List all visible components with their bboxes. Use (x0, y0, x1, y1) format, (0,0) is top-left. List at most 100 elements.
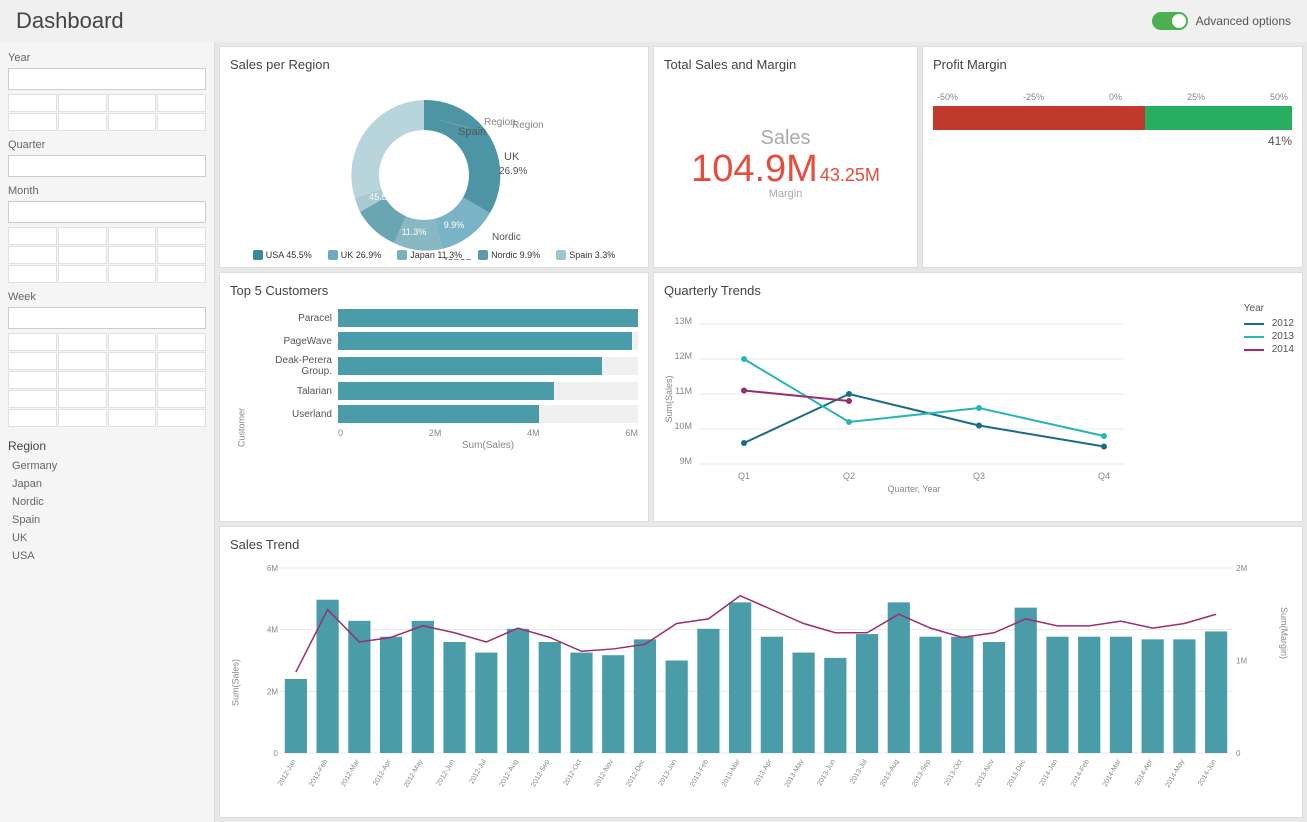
page-title: Dashboard (16, 8, 124, 34)
svg-text:2014-Jan: 2014-Jan (1039, 758, 1060, 787)
svg-text:12M: 12M (674, 351, 692, 361)
top5-chart-area: Customer Paracel PageWave (230, 304, 638, 502)
region-germany[interactable]: Germany (8, 457, 206, 475)
filter-cell[interactable] (157, 227, 206, 245)
svg-text:2013-Jan: 2013-Jan (658, 758, 679, 787)
svg-text:2012-Oct: 2012-Oct (563, 758, 583, 786)
filter-cell[interactable] (8, 371, 57, 389)
filter-cell[interactable] (8, 227, 57, 245)
filter-cell[interactable] (58, 227, 107, 245)
filter-cell[interactable] (157, 409, 206, 427)
filter-cell[interactable] (8, 94, 57, 112)
filter-quarter-input[interactable] (8, 155, 206, 177)
svg-text:Q2: Q2 (843, 471, 855, 481)
bar-talarian: Talarian (248, 382, 638, 400)
filter-cell[interactable] (108, 371, 157, 389)
advanced-options-control[interactable]: Advanced options (1152, 12, 1291, 30)
svg-text:Region: Region (484, 117, 516, 128)
filter-cell[interactable] (8, 352, 57, 370)
svg-text:2014-Feb: 2014-Feb (1070, 758, 1091, 788)
filter-cell[interactable] (108, 113, 157, 131)
svg-text:2014-Mar: 2014-Mar (1102, 758, 1123, 788)
quarterly-chart-svg: 13M 12M 11M 10M 9M Q1 Q2 Q3 Q4 (664, 304, 1212, 484)
bar-label-userland: Userland (248, 409, 338, 420)
filter-month-grid (8, 227, 206, 283)
filter-cell[interactable] (8, 333, 57, 351)
filter-cell[interactable] (8, 409, 57, 427)
filter-cell[interactable] (108, 333, 157, 351)
region-japan[interactable]: Japan (8, 475, 206, 493)
filter-cell[interactable] (58, 113, 107, 131)
svg-text:2013-Jul: 2013-Jul (849, 758, 869, 785)
donut-svg: UK 26.9% Nordic Nordic Japan USA USA Spa… (294, 80, 574, 260)
total-sales-title: Total Sales and Margin (664, 57, 907, 72)
filter-cell[interactable] (58, 409, 107, 427)
filter-cell[interactable] (157, 333, 206, 351)
filter-cell[interactable] (108, 352, 157, 370)
filter-cell[interactable] (157, 113, 206, 131)
filter-week-label: Week (8, 289, 206, 305)
filter-cell[interactable] (108, 409, 157, 427)
filter-cell[interactable] (157, 352, 206, 370)
filter-cell[interactable] (58, 390, 107, 408)
filter-cell[interactable] (58, 94, 107, 112)
advanced-options-toggle[interactable] (1152, 12, 1188, 30)
filter-year-grid (8, 94, 206, 131)
filter-cell[interactable] (58, 246, 107, 264)
svg-text:13M: 13M (674, 316, 692, 326)
region-usa[interactable]: USA (8, 547, 206, 565)
filter-cell[interactable] (108, 246, 157, 264)
sales-per-region-panel: Sales per Region (219, 46, 649, 268)
donut-chart: UK 26.9% Nordic Nordic Japan USA USA Spa… (230, 80, 638, 260)
quarterly-title: Quarterly Trends (664, 283, 1292, 298)
region-nordic[interactable]: Nordic (8, 493, 206, 511)
filter-cell[interactable] (58, 352, 107, 370)
svg-text:2013-Jun: 2013-Jun (816, 758, 837, 787)
filter-cell[interactable] (157, 265, 206, 283)
filter-cell[interactable] (8, 265, 57, 283)
filter-cell[interactable] (157, 94, 206, 112)
filter-cell[interactable] (58, 265, 107, 283)
top5-customers-panel: Top 5 Customers Customer Paracel (219, 272, 649, 522)
svg-text:2014-Jun: 2014-Jun (1197, 758, 1218, 787)
quarterly-trends-panel: Quarterly Trends Year 2012 2013 2 (653, 272, 1303, 522)
margin-label: Margin (769, 188, 803, 200)
filter-cell[interactable] (108, 390, 157, 408)
filter-cell[interactable] (157, 371, 206, 389)
filter-year-input[interactable] (8, 68, 206, 90)
filter-cell[interactable] (157, 390, 206, 408)
svg-text:0: 0 (274, 749, 279, 758)
filter-quarter: Quarter (8, 137, 206, 177)
filter-cell[interactable] (8, 113, 57, 131)
filter-cell[interactable] (58, 371, 107, 389)
svg-text:Quarter, Year: Quarter, Year (887, 484, 940, 494)
filter-cell[interactable] (108, 265, 157, 283)
region-spain[interactable]: Spain (8, 511, 206, 529)
svg-text:UK: UK (504, 151, 520, 163)
svg-text:2013-Oct: 2013-Oct (944, 758, 964, 786)
filter-cell[interactable] (8, 246, 57, 264)
pm-percentage: 41% (933, 134, 1292, 148)
x-axis-0: 0 (338, 428, 343, 438)
x-axis-6m: 6M (625, 428, 638, 438)
legend-2013: 2013 (1244, 331, 1294, 342)
svg-text:11M: 11M (675, 386, 692, 396)
filter-cell[interactable] (157, 246, 206, 264)
filter-cell[interactable] (108, 227, 157, 245)
filter-cell[interactable] (108, 94, 157, 112)
filter-week-grid (8, 333, 206, 427)
top5-y-label: Customer (237, 408, 247, 447)
region-uk[interactable]: UK (8, 529, 206, 547)
bar-label-deak: Deak-Perera Group. (248, 355, 338, 377)
legend-line-2013 (1244, 336, 1264, 338)
filter-month-input[interactable] (8, 201, 206, 223)
legend-line-2012 (1244, 323, 1264, 325)
legend-spain: Spain 3.3% (556, 250, 615, 260)
filter-week-input[interactable] (8, 307, 206, 329)
svg-text:1M: 1M (1236, 657, 1247, 666)
filter-cell[interactable] (8, 390, 57, 408)
filter-cell[interactable] (58, 333, 107, 351)
pm-axis-0: 0% (1109, 92, 1122, 102)
svg-text:2012-Jul: 2012-Jul (469, 758, 489, 785)
pm-bar (933, 106, 1292, 130)
